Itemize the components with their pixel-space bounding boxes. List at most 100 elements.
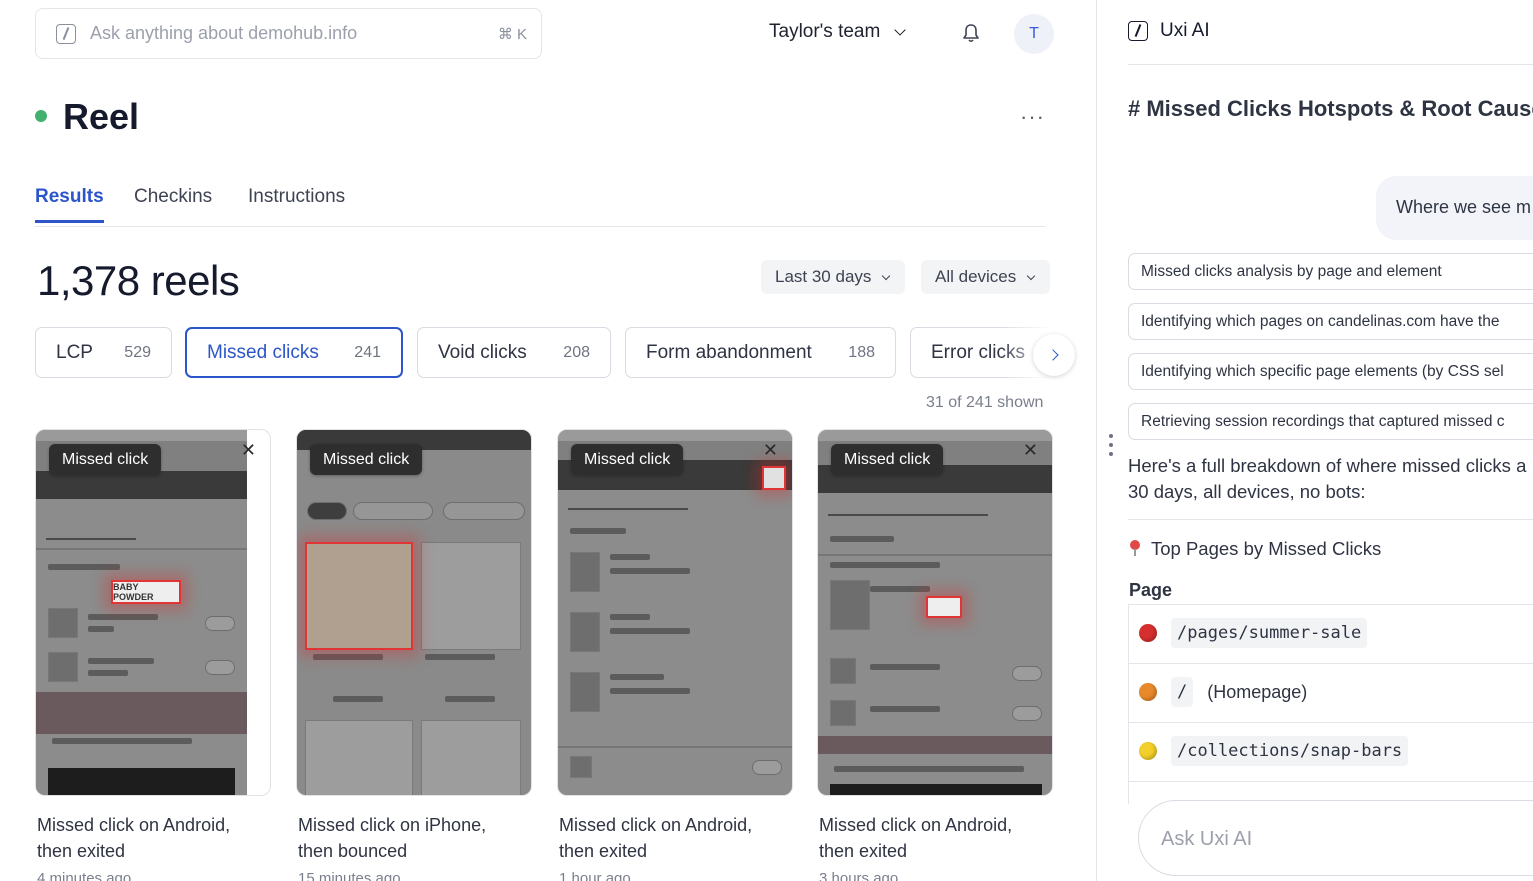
devices-label: All devices [935, 267, 1017, 286]
page-title: Reel [63, 96, 140, 137]
reel-title: Missed click on Android, then exited [37, 815, 231, 861]
main-content: Ask anything about demohub.info ⌘ K Tayl… [0, 0, 1096, 881]
chip-count: 208 [563, 343, 590, 361]
ai-heading: # Missed Clicks Hotspots & Root Causes [1128, 96, 1533, 121]
table-row: /collections/snap-bars [1139, 736, 1409, 766]
missed-click-badge: Missed click [831, 444, 944, 475]
tab-checkins[interactable]: Checkins [134, 186, 212, 220]
chip-void-clicks[interactable]: Void clicks 208 [417, 327, 611, 378]
divider [1128, 64, 1533, 65]
close-icon[interactable]: ✕ [1023, 440, 1038, 461]
missed-click-highlight [762, 466, 786, 490]
missed-click-badge: Missed click [49, 444, 162, 475]
orange-circle-icon [1139, 683, 1157, 701]
tab-instructions[interactable]: Instructions [248, 186, 345, 220]
chip-label: Form abandonment [646, 341, 812, 363]
date-range-label: Last 30 days [775, 267, 872, 286]
team-switcher[interactable]: Taylor's team [769, 21, 906, 43]
slash-icon [56, 23, 76, 44]
chip-label: Missed clicks [207, 341, 319, 363]
keyboard-shortcut: ⌘ K [497, 25, 527, 43]
missed-click-highlight [926, 596, 962, 618]
chip-lcp[interactable]: LCP 529 [35, 327, 172, 378]
reel-card[interactable]: Missed click ✕ Missed click on Android, … [817, 429, 1053, 881]
ai-answer: Here's a full breakdown of where missed … [1128, 455, 1527, 502]
reel-card[interactable]: Missed click Missed click on iPhone, the… [296, 429, 532, 881]
missed-click-badge: Missed click [571, 444, 684, 475]
close-icon[interactable]: ✕ [763, 440, 778, 461]
table-rule [1128, 663, 1533, 664]
bell-icon[interactable] [962, 23, 980, 43]
pin-icon [1130, 540, 1140, 556]
chevron-right-icon [1046, 349, 1059, 361]
reel-title: Missed click on iPhone, then bounced [298, 815, 487, 861]
user-message: Where we see m [1376, 176, 1533, 240]
table-rule [1128, 604, 1129, 804]
chevron-down-icon [1027, 271, 1036, 280]
reel-timestamp: 15 minutes ago [298, 870, 401, 881]
search-input[interactable]: Ask anything about demohub.info [90, 23, 486, 44]
reel-title: Missed click on Android, then exited [819, 815, 1013, 861]
table-row: /pages/summer-sale [1139, 618, 1368, 648]
ai-panel-title: Uxi AI [1160, 20, 1210, 41]
chip-count: 188 [848, 343, 875, 361]
reel-timestamp: 1 hour ago [559, 870, 631, 881]
table-header: Page [1129, 580, 1173, 600]
table-row: / (Homepage) [1139, 677, 1307, 707]
avatar[interactable]: T [1014, 14, 1054, 54]
close-icon[interactable]: ✕ [241, 440, 256, 461]
status-dot [35, 110, 47, 122]
reel-thumbnail[interactable]: BABY POWDER Missed click ✕ [35, 429, 271, 796]
reel-card[interactable]: Missed click ✕ Missed click on Android, … [557, 429, 793, 881]
ai-panel: Uxi AI # Missed Clicks Hotspots & Root C… [1097, 0, 1533, 881]
tab-results[interactable]: Results [35, 186, 104, 223]
page-path: / [1171, 677, 1194, 707]
page-path: /pages/summer-sale [1171, 618, 1368, 648]
missed-click-badge: Missed click [310, 444, 423, 475]
reel-thumbnail[interactable]: Missed click [296, 429, 532, 796]
chevron-down-icon [894, 23, 906, 36]
tab-bar: Results Checkins Instructions [35, 186, 1045, 227]
ai-step[interactable]: Identifying which pages on candelinas.co… [1128, 303, 1533, 340]
chip-count: 241 [354, 343, 381, 361]
session-screenshot [36, 430, 247, 795]
section-title: Top Pages by Missed Clicks [1151, 538, 1382, 559]
shown-count: 31 of 241 shown [926, 394, 1044, 411]
ai-step[interactable]: Retrieving session recordings that captu… [1128, 403, 1533, 440]
chevron-down-icon [882, 271, 891, 280]
uxi-logo-icon [1128, 21, 1148, 41]
chip-count: 529 [124, 343, 151, 361]
page-description: (Homepage) [1207, 681, 1308, 702]
chip-label: LCP [56, 341, 93, 363]
search-bar[interactable]: Ask anything about demohub.info ⌘ K [35, 8, 542, 59]
ask-ai-input[interactable]: Ask Uxi AI [1138, 800, 1533, 876]
devices-filter[interactable]: All devices [921, 260, 1051, 294]
chip-label: Void clicks [438, 341, 527, 363]
team-name: Taylor's team [769, 21, 881, 42]
chip-missed-clicks[interactable]: Missed clicks 241 [185, 327, 403, 378]
reel-timestamp: 4 minutes ago [37, 870, 132, 881]
table-rule [1128, 722, 1533, 723]
page-path: /collections/snap-bars [1171, 736, 1409, 766]
table-rule [1128, 604, 1533, 605]
scroll-right-button[interactable] [1033, 334, 1075, 376]
date-range-filter[interactable]: Last 30 days [761, 260, 906, 294]
divider [1128, 519, 1533, 520]
red-circle-icon [1139, 624, 1157, 642]
reel-title: Missed click on Android, then exited [559, 815, 753, 861]
ai-step[interactable]: Missed clicks analysis by page and eleme… [1128, 253, 1533, 290]
missed-click-highlight: BABY POWDER [111, 580, 181, 604]
missed-click-highlight [305, 542, 413, 650]
session-screenshot [558, 430, 792, 795]
ai-step[interactable]: Identifying which specific page elements… [1128, 353, 1533, 390]
chip-form-abandonment[interactable]: Form abandonment 188 [625, 327, 896, 378]
reel-card[interactable]: BABY POWDER Missed click ✕ Missed click … [35, 429, 271, 881]
yellow-circle-icon [1139, 742, 1157, 760]
reel-thumbnail[interactable]: Missed click ✕ [557, 429, 793, 796]
ai-panel-header: Uxi AI [1128, 20, 1210, 42]
more-options-icon[interactable]: ··· [1020, 104, 1045, 130]
reels-count: 1,378 reels [37, 257, 240, 304]
table-rule [1128, 781, 1533, 782]
reel-thumbnail[interactable]: Missed click ✕ [817, 429, 1053, 796]
reel-timestamp: 3 hours ago [819, 870, 899, 881]
